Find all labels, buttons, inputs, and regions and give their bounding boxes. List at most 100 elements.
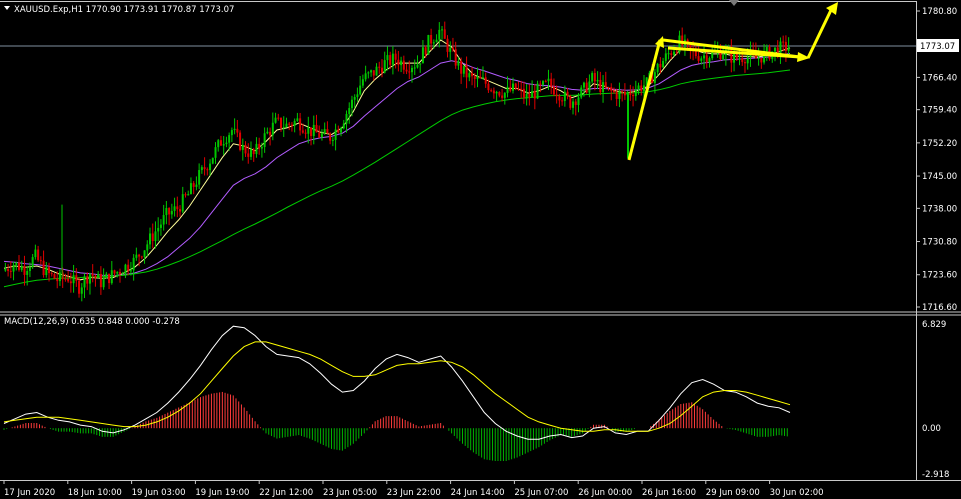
- macd-tick-label: 0.00: [922, 424, 941, 434]
- candle-body: [735, 53, 738, 59]
- time-tick-label: 23 Jun 22:00: [387, 488, 441, 498]
- candle-body: [509, 86, 512, 91]
- candle-body: [277, 117, 280, 119]
- candle-body: [451, 47, 454, 50]
- candle-body: [12, 264, 15, 272]
- candle-body: [558, 96, 561, 101]
- candle-body: [487, 83, 490, 91]
- candle-body: [370, 70, 373, 73]
- candle-body: [189, 183, 192, 195]
- candle-body: [569, 96, 572, 108]
- candle-body: [151, 233, 154, 242]
- candle-body: [192, 183, 195, 187]
- candle-body: [274, 117, 277, 123]
- candle-body: [607, 87, 610, 89]
- candle-body: [784, 41, 787, 51]
- candle-body: [102, 278, 105, 288]
- candle-body: [501, 95, 504, 98]
- candle-body: [361, 79, 364, 86]
- candle-body: [675, 51, 678, 53]
- candle-body: [481, 77, 484, 79]
- candle-body: [782, 41, 785, 43]
- candle-body: [184, 194, 187, 196]
- candle-body: [673, 51, 676, 55]
- candle-body: [547, 78, 550, 82]
- price-tick-label: 1759.40: [922, 106, 957, 116]
- candle-body: [561, 100, 564, 102]
- candle-body: [667, 53, 670, 55]
- candle-body: [187, 194, 190, 196]
- candle-body: [372, 70, 375, 76]
- candle-body: [121, 273, 124, 275]
- candle-body: [416, 64, 419, 68]
- candle-body: [550, 78, 553, 87]
- time-tick-label: 19 Jun 19:00: [195, 488, 249, 498]
- candle-body: [140, 256, 143, 258]
- candle-body: [9, 270, 12, 272]
- candle-body: [149, 233, 152, 245]
- candle-body: [413, 67, 416, 69]
- candle-body: [419, 63, 422, 65]
- candle-body: [342, 123, 345, 129]
- candle-body: [514, 83, 517, 89]
- candle-body: [400, 60, 403, 66]
- trading-chart[interactable]: 1780.80 1766.40 1759.40 1752.20 1745.00 1738.…: [0, 0, 961, 499]
- candle-body: [285, 123, 288, 128]
- candle-body: [572, 101, 575, 108]
- candle-body: [465, 65, 468, 78]
- candle-body: [42, 260, 45, 276]
- candle-body: [176, 206, 179, 210]
- candle-body: [495, 91, 498, 94]
- candle-body: [637, 85, 640, 90]
- candle-body: [443, 29, 446, 39]
- candle-body: [757, 57, 760, 59]
- candle-body: [610, 87, 613, 91]
- candle-body: [146, 244, 149, 251]
- candle-body: [214, 147, 217, 158]
- candle-body: [457, 61, 460, 66]
- price-tick-label: 1730.80: [922, 238, 957, 248]
- candle-body: [258, 143, 261, 149]
- candle-body: [88, 273, 91, 284]
- candle-body: [195, 184, 198, 187]
- candle-body: [618, 91, 621, 99]
- candle-body: [58, 272, 61, 282]
- candle-body: [623, 91, 626, 96]
- candle-body: [705, 55, 708, 63]
- candle-body: [86, 276, 89, 284]
- candle-body: [389, 55, 392, 65]
- candle-body: [402, 60, 405, 70]
- candle-body: [143, 250, 146, 258]
- candle-body: [162, 215, 165, 225]
- candle-body: [209, 163, 212, 171]
- candle-body: [118, 271, 121, 274]
- candle-body: [28, 267, 31, 271]
- time-tick-label: 19 Jun 03:00: [132, 488, 186, 498]
- candle-body: [640, 85, 643, 91]
- candle-body: [498, 91, 501, 96]
- candle-body: [612, 90, 615, 93]
- candle-body: [462, 65, 465, 74]
- candle-body: [91, 273, 94, 276]
- candle-body: [132, 257, 135, 271]
- candle-body: [471, 73, 474, 77]
- current-price-label: 1773.07: [920, 42, 955, 52]
- price-tick-label: 1716.60: [922, 303, 957, 313]
- candle-body: [320, 133, 323, 138]
- candle-body: [588, 81, 591, 93]
- time-tick-label: 26 Jun 16:00: [642, 488, 696, 498]
- candle-body: [421, 47, 424, 64]
- time-tick-label: 22 Jun 12:00: [259, 488, 313, 498]
- candle-body: [252, 149, 255, 155]
- candle-body: [345, 113, 348, 124]
- candle-body: [629, 92, 632, 95]
- candle-body: [642, 85, 645, 91]
- candle-body: [83, 276, 86, 288]
- candle-body: [733, 53, 736, 63]
- candle-body: [432, 42, 435, 44]
- candle-body: [23, 266, 26, 275]
- candle-body: [525, 93, 528, 98]
- candle-body: [113, 270, 116, 274]
- candle-body: [697, 56, 700, 61]
- candle-body: [659, 63, 662, 68]
